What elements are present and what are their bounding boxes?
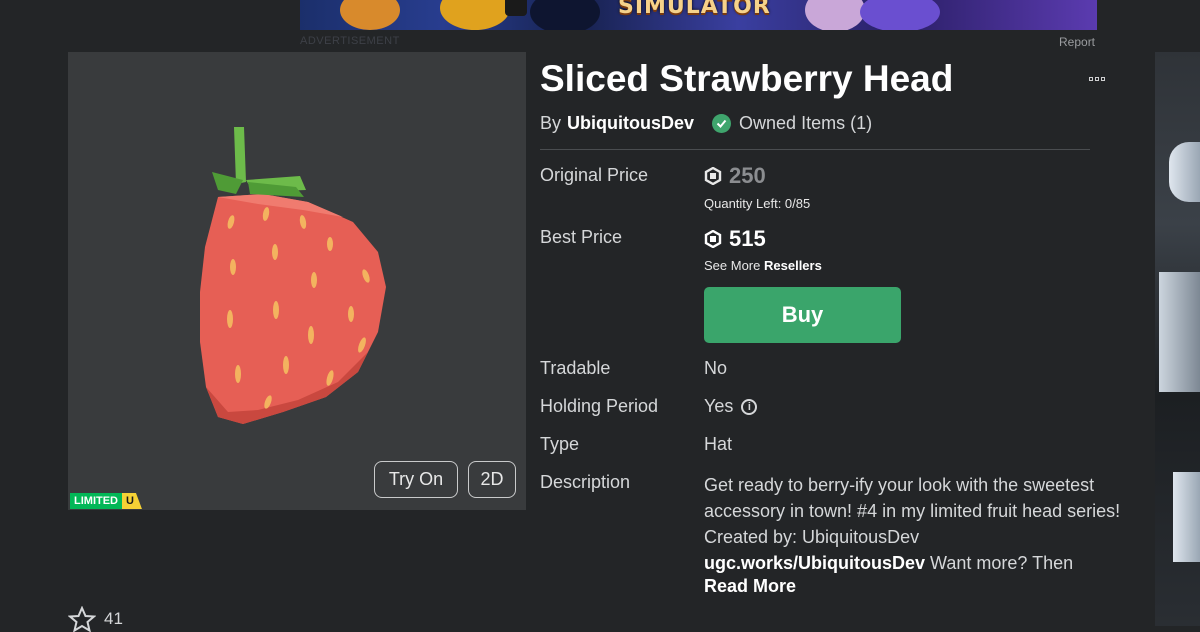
see-more-resellers[interactable]: See More Resellers (704, 258, 822, 273)
original-price-label: Original Price (540, 165, 649, 185)
divider (540, 149, 1090, 150)
ad-art (340, 0, 400, 30)
ad-art (1173, 472, 1200, 562)
ad-art (440, 0, 510, 30)
ad-art (530, 0, 600, 30)
info-icon[interactable]: i (741, 399, 758, 416)
ad-report-link[interactable]: Report (1059, 35, 1095, 49)
see-more-prefix: See More (704, 258, 761, 273)
by-prefix: By (540, 113, 562, 133)
favorite-control[interactable]: 41 (68, 606, 123, 632)
description-label: Description (540, 472, 631, 492)
holding-period-label: Holding Period (540, 396, 659, 416)
quantity-left: Quantity Left: 0/85 (704, 196, 811, 211)
strawberry-image (200, 127, 386, 424)
try-on-button[interactable]: Try On (374, 461, 458, 498)
best-price-label: Best Price (540, 227, 623, 247)
robux-icon (704, 167, 722, 185)
ad-banner[interactable]: SIMULATOR (300, 0, 1097, 30)
resellers-link[interactable]: Resellers (764, 258, 822, 273)
view-2d-button[interactable]: 2D (468, 461, 516, 498)
description-body: Get ready to berry-ify your look with th… (704, 475, 1121, 547)
buy-button[interactable]: Buy (704, 287, 901, 343)
more-options-icon[interactable] (1089, 77, 1105, 81)
description-link[interactable]: ugc.works/UbiquitousDev (704, 553, 925, 573)
ad-art (1159, 272, 1200, 392)
item-title: Sliced Strawberry Head (540, 58, 954, 99)
description-text: Get ready to berry-ify your look with th… (704, 472, 1134, 576)
favorite-count: 41 (104, 609, 123, 628)
original-price: 250 (704, 163, 766, 189)
limited-unique-badge: LIMITED U (70, 493, 142, 509)
byline: By UbiquitousDev Owned Items (1) (540, 113, 872, 134)
owned-items-link[interactable]: Owned Items (1) (739, 113, 872, 134)
strawberry-body (200, 194, 386, 424)
read-more-link[interactable]: Read More (704, 576, 796, 597)
tradable-label: Tradable (540, 358, 611, 378)
strawberry-stem (212, 127, 306, 197)
ad-art (1169, 142, 1200, 202)
type-label: Type (540, 434, 580, 454)
tradable-value: No (704, 358, 728, 378)
holding-period: Yes i (704, 396, 758, 417)
holding-period-value: Yes (704, 396, 734, 416)
item-thumbnail[interactable]: Try On 2D LIMITED U (68, 52, 526, 510)
best-price-value: 515 (729, 226, 766, 251)
original-price-value: 250 (729, 163, 766, 188)
check-circle-icon (712, 114, 732, 133)
description-tail: Want more? Then (930, 553, 1074, 573)
limited-label: LIMITED (70, 493, 122, 509)
side-ad[interactable] (1155, 52, 1200, 626)
ad-art (860, 0, 940, 30)
ad-art (505, 0, 527, 16)
best-price: 515 (704, 226, 766, 252)
ad-label: ADVERTISEMENT (300, 35, 400, 47)
unique-label: U (122, 493, 142, 509)
star-icon[interactable] (68, 606, 96, 632)
robux-icon (704, 230, 722, 248)
type-value: Hat (704, 434, 733, 454)
ad-art (805, 0, 865, 30)
creator-link[interactable]: UbiquitousDev (567, 113, 694, 134)
ad-banner-title: SIMULATOR (618, 0, 771, 19)
